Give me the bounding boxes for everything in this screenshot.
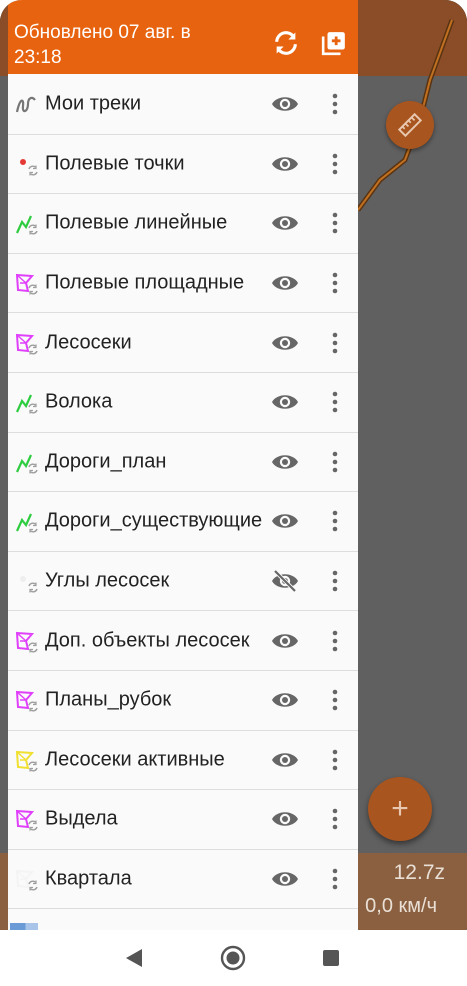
- points-sync-icon: [20, 158, 38, 176]
- polygon-sync-icon: [15, 691, 38, 712]
- add-feature-button[interactable]: +: [368, 777, 432, 841]
- layer-label: Полевые линейные: [45, 211, 228, 234]
- layer-row[interactable]: Доп. объекты лесосек: [8, 611, 358, 671]
- layer-label: Дороги_план: [45, 450, 167, 473]
- layer-label: Лесосеки: [45, 331, 132, 354]
- eye-icon[interactable]: [271, 510, 299, 532]
- points-sync-icon: [20, 576, 38, 593]
- recent-apps-icon: [323, 950, 339, 966]
- app-screen: + 12.7z 0,0 км/ч Обновлено 07 авг. в 23:…: [0, 0, 467, 986]
- layer-label: Лесосеки активные: [45, 748, 225, 771]
- eye-icon[interactable]: [271, 630, 299, 652]
- more-vert-icon[interactable]: [326, 92, 344, 116]
- home-button[interactable]: [219, 944, 247, 972]
- recent-apps-button[interactable]: [317, 944, 345, 972]
- layer-row[interactable]: Выдела: [8, 790, 358, 850]
- eye-icon[interactable]: [271, 272, 299, 294]
- layer-row[interactable]: Дороги_существующие: [8, 492, 358, 552]
- line-sync-icon: [15, 454, 38, 474]
- more-vert-icon[interactable]: [326, 331, 344, 355]
- add-layer-button[interactable]: [319, 28, 349, 58]
- eye-icon[interactable]: [271, 212, 299, 234]
- layer-row[interactable]: Квартала: [8, 850, 358, 910]
- layer-row-partial[interactable]: [8, 909, 358, 930]
- line-sync-icon: [15, 513, 38, 533]
- add-layer-icon: [321, 32, 345, 56]
- eye-icon[interactable]: [271, 808, 299, 830]
- layer-label: Полевые площадные: [45, 271, 245, 294]
- layer-label: Квартала: [45, 867, 132, 890]
- layers-drawer: Обновлено 07 авг. в 23:18 Мои треки Полев…: [8, 0, 358, 930]
- more-vert-icon[interactable]: [326, 569, 344, 593]
- more-vert-icon[interactable]: [326, 271, 344, 295]
- layer-list: Мои треки Полевые точки Полевые линейные По…: [8, 75, 358, 930]
- back-button[interactable]: [120, 944, 148, 972]
- more-vert-icon[interactable]: [326, 152, 344, 176]
- eye-icon[interactable]: [271, 868, 299, 890]
- more-vert-icon[interactable]: [326, 390, 344, 414]
- polygon-sync-icon: [15, 810, 38, 831]
- layer-row[interactable]: Волока: [8, 373, 358, 433]
- ruler-button[interactable]: [386, 101, 434, 149]
- refresh-button[interactable]: [271, 28, 301, 58]
- ruler-icon: [397, 112, 423, 138]
- more-vert-icon[interactable]: [326, 748, 344, 772]
- refresh-icon: [275, 31, 297, 55]
- layer-row[interactable]: Лесосеки активные: [8, 731, 358, 791]
- layer-row[interactable]: Лесосеки: [8, 313, 358, 373]
- back-icon: [126, 949, 142, 967]
- system-nav-bar: [0, 930, 467, 986]
- eye-icon[interactable]: [271, 749, 299, 771]
- raster-layer-icon: [10, 923, 38, 930]
- more-vert-icon[interactable]: [326, 629, 344, 653]
- polygon-sync-icon: [15, 274, 38, 295]
- line-sync-icon: [15, 216, 38, 235]
- polygon-sync-icon: [15, 631, 38, 653]
- more-vert-icon[interactable]: [326, 211, 344, 235]
- layer-label: Углы лесосек: [45, 569, 170, 592]
- polygon-sync-icon: [15, 869, 38, 891]
- layer-row[interactable]: Полевые линейные: [8, 194, 358, 254]
- drawer-header: Обновлено 07 авг. в 23:18: [8, 0, 358, 74]
- eye-icon[interactable]: [271, 332, 299, 354]
- more-vert-icon[interactable]: [326, 688, 344, 712]
- eye-off-icon[interactable]: [271, 570, 299, 593]
- layer-label: Волока: [45, 390, 113, 413]
- layer-row[interactable]: Планы_рубок: [8, 671, 358, 731]
- layer-row[interactable]: Углы лесосек: [8, 552, 358, 612]
- layer-label: Доп. объекты лесосек: [45, 629, 250, 652]
- layer-label: Выдела: [45, 807, 118, 830]
- more-vert-icon[interactable]: [326, 807, 344, 831]
- layer-label: Полевые точки: [45, 152, 185, 175]
- line-sync-icon: [15, 394, 38, 414]
- speed-readout: 0,0 км/ч: [365, 895, 437, 917]
- eye-icon[interactable]: [271, 153, 299, 175]
- more-vert-icon[interactable]: [326, 450, 344, 474]
- eye-icon[interactable]: [271, 451, 299, 473]
- polygon-sync-icon: [15, 750, 38, 772]
- eye-icon[interactable]: [271, 93, 299, 115]
- layer-label: Планы_рубок: [45, 688, 172, 711]
- layer-row[interactable]: Дороги_план: [8, 433, 358, 493]
- home-icon: [220, 945, 246, 971]
- polygon-sync-icon: [15, 333, 38, 355]
- zoom-level: 12.7z: [393, 861, 445, 884]
- sync-status-title: Обновлено 07 авг. в 23:18: [14, 22, 191, 68]
- layer-label: Мои треки: [45, 92, 142, 115]
- layer-row[interactable]: Мои треки: [8, 75, 358, 135]
- eye-icon[interactable]: [271, 689, 299, 711]
- layer-row[interactable]: Полевые площадные: [8, 254, 358, 314]
- layer-label: Дороги_существующие: [45, 509, 263, 532]
- more-vert-icon[interactable]: [326, 867, 344, 891]
- plus-icon: +: [391, 792, 409, 825]
- eye-icon[interactable]: [271, 391, 299, 413]
- more-vert-icon[interactable]: [326, 509, 344, 533]
- layer-row[interactable]: Полевые точки: [8, 135, 358, 195]
- track-icon: [15, 97, 36, 113]
